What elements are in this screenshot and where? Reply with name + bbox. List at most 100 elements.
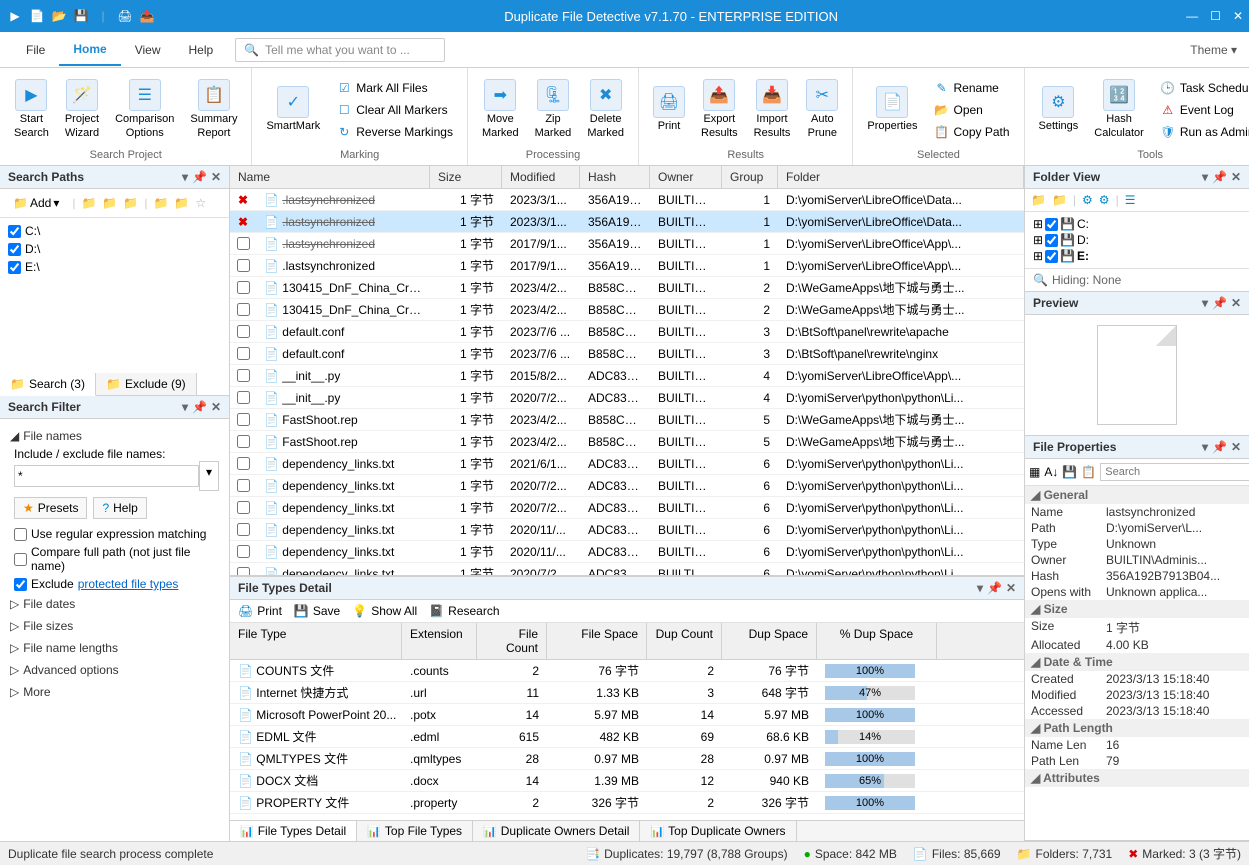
include-dropdown[interactable]: ▾ <box>199 461 219 491</box>
table-row[interactable]: 📄 dependency_links.txt1 字节2020/11/...ADC… <box>230 519 1024 541</box>
qat-play-icon[interactable]: ▶ <box>6 7 24 25</box>
detail-row[interactable]: 📄 Internet 快捷方式.url111.33 KB3648 字节47% <box>230 682 1024 704</box>
detail-tab-owners[interactable]: 📊Duplicate Owners Detail <box>473 821 640 841</box>
drive-item[interactable]: D:\ <box>8 240 221 258</box>
detail-save-button[interactable]: 💾Save <box>294 604 340 618</box>
copy-icon[interactable]: 📋 <box>1081 465 1096 479</box>
star-icon[interactable]: ☆ <box>195 196 206 210</box>
qat-new-icon[interactable]: 📄 <box>28 7 46 25</box>
close-icon[interactable]: ✕ <box>1233 9 1243 23</box>
pin-icon[interactable]: 📌 <box>192 170 207 184</box>
menu-view[interactable]: View <box>121 35 175 65</box>
drive-item[interactable]: E:\ <box>8 258 221 276</box>
protected-link[interactable]: protected file types <box>78 577 179 591</box>
table-row[interactable]: 📄 FastShoot.rep1 字节2023/4/2...B858CB2...… <box>230 431 1024 453</box>
fullpath-checkbox[interactable] <box>14 553 27 566</box>
table-row[interactable]: 📄 .lastsynchronized1 字节2017/9/1...356A19… <box>230 255 1024 277</box>
dropdown-icon[interactable]: ▾ <box>182 170 188 184</box>
regex-checkbox[interactable] <box>14 528 27 541</box>
filter-lengths-header[interactable]: ▷ File name lengths <box>10 637 219 659</box>
zip-marked-button[interactable]: 🗜Zip Marked <box>529 77 578 141</box>
tree-drive[interactable]: ⊞💾D: <box>1033 232 1241 248</box>
tree-drive[interactable]: ⊞💾C: <box>1033 216 1241 232</box>
event-log-button[interactable]: ⚠Event Log <box>1156 100 1249 120</box>
save-icon[interactable]: 💾 <box>1062 465 1077 479</box>
comparison-options-button[interactable]: ☰Comparison Options <box>109 77 180 141</box>
qat-print-icon[interactable]: 🖨 <box>116 7 134 25</box>
detail-tab-types[interactable]: 📊File Types Detail <box>230 821 357 841</box>
table-row[interactable]: ✖📄 .lastsynchronized1 字节2023/3/1...356A1… <box>230 189 1024 211</box>
table-row[interactable]: ✖📄 .lastsynchronized1 字节2023/3/1...356A1… <box>230 211 1024 233</box>
open-button[interactable]: 📂Open <box>930 100 1014 120</box>
table-row[interactable]: 📄 dependency_links.txt1 字节2020/7/2...ADC… <box>230 563 1024 575</box>
run-admin-button[interactable]: 🛡Run as Admin <box>1156 122 1249 142</box>
delete-marked-button[interactable]: ✖Delete Marked <box>581 77 630 141</box>
folder-icon[interactable]: 📁 <box>174 196 189 210</box>
table-row[interactable]: 📄 .lastsynchronized1 字节2017/9/1...356A19… <box>230 233 1024 255</box>
start-search-button[interactable]: ▶Start Search <box>8 77 55 141</box>
auto-prune-button[interactable]: ✂Auto Prune <box>800 77 844 141</box>
folder-icon[interactable]: 📁 <box>1052 193 1067 207</box>
presets-button[interactable]: ★Presets <box>14 497 87 519</box>
qat-open-icon[interactable]: 📂 <box>50 7 68 25</box>
detail-row[interactable]: 📄 PROPERTY 文件.property2326 字节2326 字节100% <box>230 792 1024 814</box>
table-row[interactable]: 📄 default.conf1 字节2023/7/6 ...B858CB2...… <box>230 343 1024 365</box>
minimize-icon[interactable]: — <box>1186 9 1198 23</box>
gear-icon[interactable]: ⚙ <box>1099 193 1110 207</box>
category-icon[interactable]: ▦ <box>1029 465 1040 479</box>
smartmark-button[interactable]: ✓SmartMark <box>260 84 326 135</box>
detail-row[interactable]: 📄 DOCX 文档.docx141.39 MB12940 KB65% <box>230 770 1024 792</box>
menu-file[interactable]: File <box>12 35 59 65</box>
project-wizard-button[interactable]: 🪄Project Wizard <box>59 77 105 141</box>
detail-row[interactable]: 📄 QMLTYPES 文件.qmltypes280.97 MB280.97 MB… <box>230 748 1024 770</box>
menu-home[interactable]: Home <box>59 34 120 66</box>
tell-me-search[interactable]: 🔍 Tell me what you want to ... <box>235 38 445 62</box>
exclude-protected-checkbox[interactable] <box>14 578 27 591</box>
folder-icon[interactable]: 📁 <box>1031 193 1046 207</box>
table-row[interactable]: 📄 dependency_links.txt1 字节2020/11/...ADC… <box>230 541 1024 563</box>
filter-more-header[interactable]: ▷ More <box>10 681 219 703</box>
include-input[interactable] <box>14 465 199 487</box>
maximize-icon[interactable]: ☐ <box>1210 9 1221 23</box>
table-row[interactable]: 📄 FastShoot.rep1 字节2023/4/2...B858CB2...… <box>230 409 1024 431</box>
detail-tab-top[interactable]: 📊Top File Types <box>357 821 473 841</box>
tree-drive[interactable]: ⊞💾E: <box>1033 248 1241 264</box>
tab-exclude[interactable]: 📁Exclude (9) <box>96 373 197 395</box>
print-button[interactable]: 🖨Print <box>647 84 691 135</box>
list-icon[interactable]: ☰ <box>1125 193 1136 207</box>
close-panel-icon[interactable]: ✕ <box>211 170 221 184</box>
filter-advanced-header[interactable]: ▷ Advanced options <box>10 659 219 681</box>
detail-research-button[interactable]: 📓Research <box>429 604 499 618</box>
move-marked-button[interactable]: ➡Move Marked <box>476 77 525 141</box>
drive-item[interactable]: C:\ <box>8 222 221 240</box>
filter-dates-header[interactable]: ▷ File dates <box>10 593 219 615</box>
detail-showall-button[interactable]: 💡Show All <box>352 604 417 618</box>
table-row[interactable]: 📄 __init__.py1 字节2020/7/2...ADC83B1...BU… <box>230 387 1024 409</box>
sort-icon[interactable]: A↓ <box>1044 465 1058 479</box>
detail-row[interactable]: 📄 COUNTS 文件.counts276 字节276 字节100% <box>230 660 1024 682</box>
gear-icon[interactable]: ⚙ <box>1082 193 1093 207</box>
filter-sizes-header[interactable]: ▷ File sizes <box>10 615 219 637</box>
table-row[interactable]: 📄 dependency_links.txt1 字节2020/7/2...ADC… <box>230 497 1024 519</box>
clear-all-button[interactable]: ☐Clear All Markers <box>332 100 457 120</box>
detail-print-button[interactable]: 🖨Print <box>238 604 282 618</box>
hash-calc-button[interactable]: 🔢Hash Calculator <box>1088 77 1150 141</box>
qat-export-icon[interactable]: 📤 <box>138 7 156 25</box>
filter-filenames-header[interactable]: ◢ File names <box>10 425 219 447</box>
detail-row[interactable]: 📄 Microsoft PowerPoint 20....potx145.97 … <box>230 704 1024 726</box>
summary-report-button[interactable]: 📋Summary Report <box>184 77 243 141</box>
properties-button[interactable]: 📄Properties <box>861 84 923 135</box>
reverse-button[interactable]: ↻Reverse Markings <box>332 122 457 142</box>
theme-button[interactable]: Theme ▾ <box>1190 43 1237 57</box>
table-row[interactable]: 📄 130415_DnF_China_Creator...1 字节2023/4/… <box>230 277 1024 299</box>
menu-help[interactable]: Help <box>174 35 227 65</box>
table-row[interactable]: 📄 __init__.py1 字节2015/8/2...ADC83B1...BU… <box>230 365 1024 387</box>
folder-icon[interactable]: 📁 <box>123 196 138 210</box>
table-row[interactable]: 📄 dependency_links.txt1 字节2020/7/2...ADC… <box>230 475 1024 497</box>
folder-icon[interactable]: 📁 <box>153 196 168 210</box>
help-button[interactable]: ?Help <box>93 497 146 519</box>
settings-button[interactable]: ⚙Settings <box>1033 84 1085 135</box>
folder-icon[interactable]: 📁 <box>102 196 117 210</box>
import-button[interactable]: 📥Import Results <box>748 77 797 141</box>
folder-icon[interactable]: 📁 <box>81 196 96 210</box>
